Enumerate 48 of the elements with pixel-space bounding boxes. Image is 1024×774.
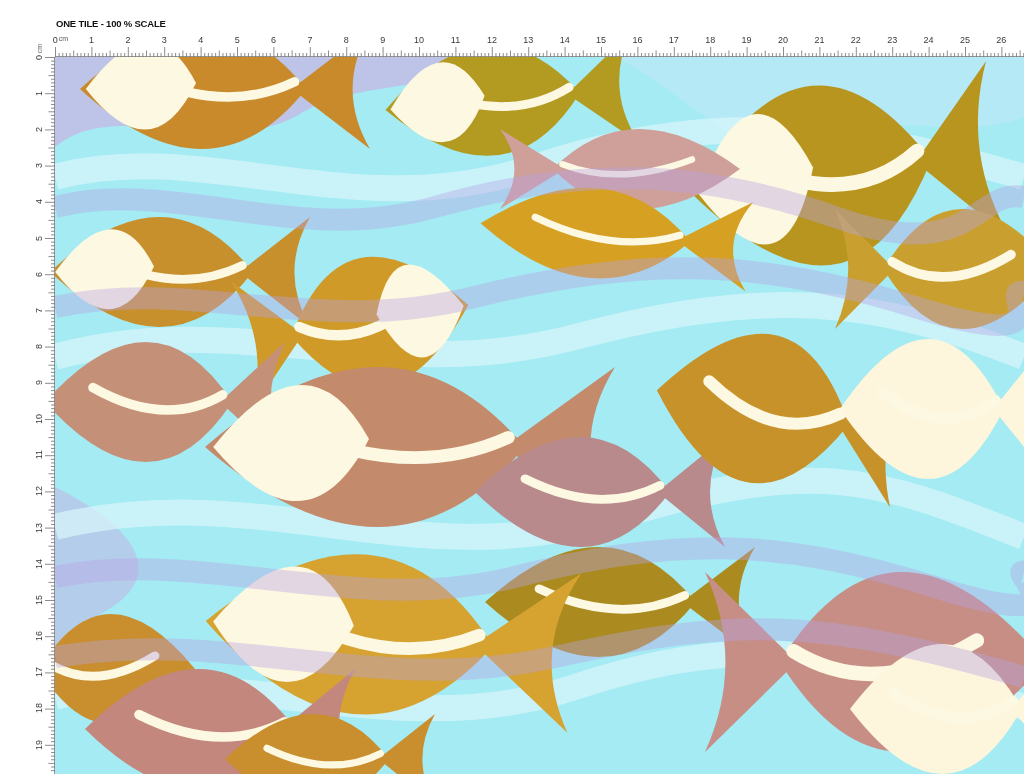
ruler-number: 9 — [34, 380, 44, 386]
ruler-number: 16 — [34, 631, 44, 642]
ruler-number: 7 — [307, 35, 313, 45]
ruler-number: 15 — [596, 35, 607, 45]
ruler-number: 2 — [34, 126, 44, 132]
ruler-number: 8 — [343, 35, 349, 45]
ruler-number: 9 — [380, 35, 386, 45]
ruler-number: 25 — [959, 35, 970, 45]
ruler-number: 11 — [34, 450, 44, 460]
ruler-number: 5 — [34, 235, 44, 241]
ruler-number: 13 — [523, 35, 534, 45]
ruler-number: 19 — [741, 35, 752, 45]
ruler-number: 5 — [234, 35, 240, 45]
ruler-number: 6 — [34, 271, 44, 277]
ruler-number: 15 — [34, 594, 44, 605]
ruler-number: 12 — [34, 486, 44, 497]
ruler-number: 3 — [34, 163, 44, 169]
ruler-number: 4 — [34, 199, 44, 205]
ruler-number: 1 — [89, 35, 95, 45]
ruler-number: 18 — [705, 35, 716, 45]
ruler-number: 19 — [34, 739, 44, 750]
ruler-number: 10 — [34, 413, 44, 424]
ruler-number: 1 — [34, 90, 44, 96]
ruler-number: 2 — [125, 35, 131, 45]
ruler-number: 26 — [996, 35, 1007, 45]
ruler-number: 24 — [923, 35, 934, 45]
ruler-number: 7 — [34, 307, 44, 313]
ruler-number: 21 — [814, 35, 825, 45]
tile-title: ONE TILE - 100 % SCALE — [56, 18, 166, 30]
ruler-number: 8 — [34, 344, 44, 350]
ruler-number: 11 — [450, 35, 461, 45]
ruler-number: 14 — [34, 558, 44, 569]
ruler-number: 17 — [34, 667, 44, 678]
ruler-number: 18 — [34, 703, 44, 714]
ruler-number: 23 — [887, 35, 898, 45]
ruler-number: 6 — [271, 35, 277, 45]
ruler-number: 3 — [161, 35, 167, 45]
ruler-number: 20 — [778, 35, 788, 45]
ruler-number: 14 — [559, 35, 570, 45]
ruler-number: 0 — [34, 54, 44, 60]
ruler-number: 12 — [486, 35, 497, 45]
ruler-number: 22 — [850, 35, 861, 45]
ruler-number: 13 — [34, 522, 44, 533]
ruler-number: 10 — [414, 35, 425, 45]
ruler-number: 0 — [52, 35, 58, 45]
ruler-number: 4 — [198, 35, 204, 45]
ruler-number: 16 — [632, 35, 643, 45]
ruler-number: 17 — [668, 35, 679, 45]
